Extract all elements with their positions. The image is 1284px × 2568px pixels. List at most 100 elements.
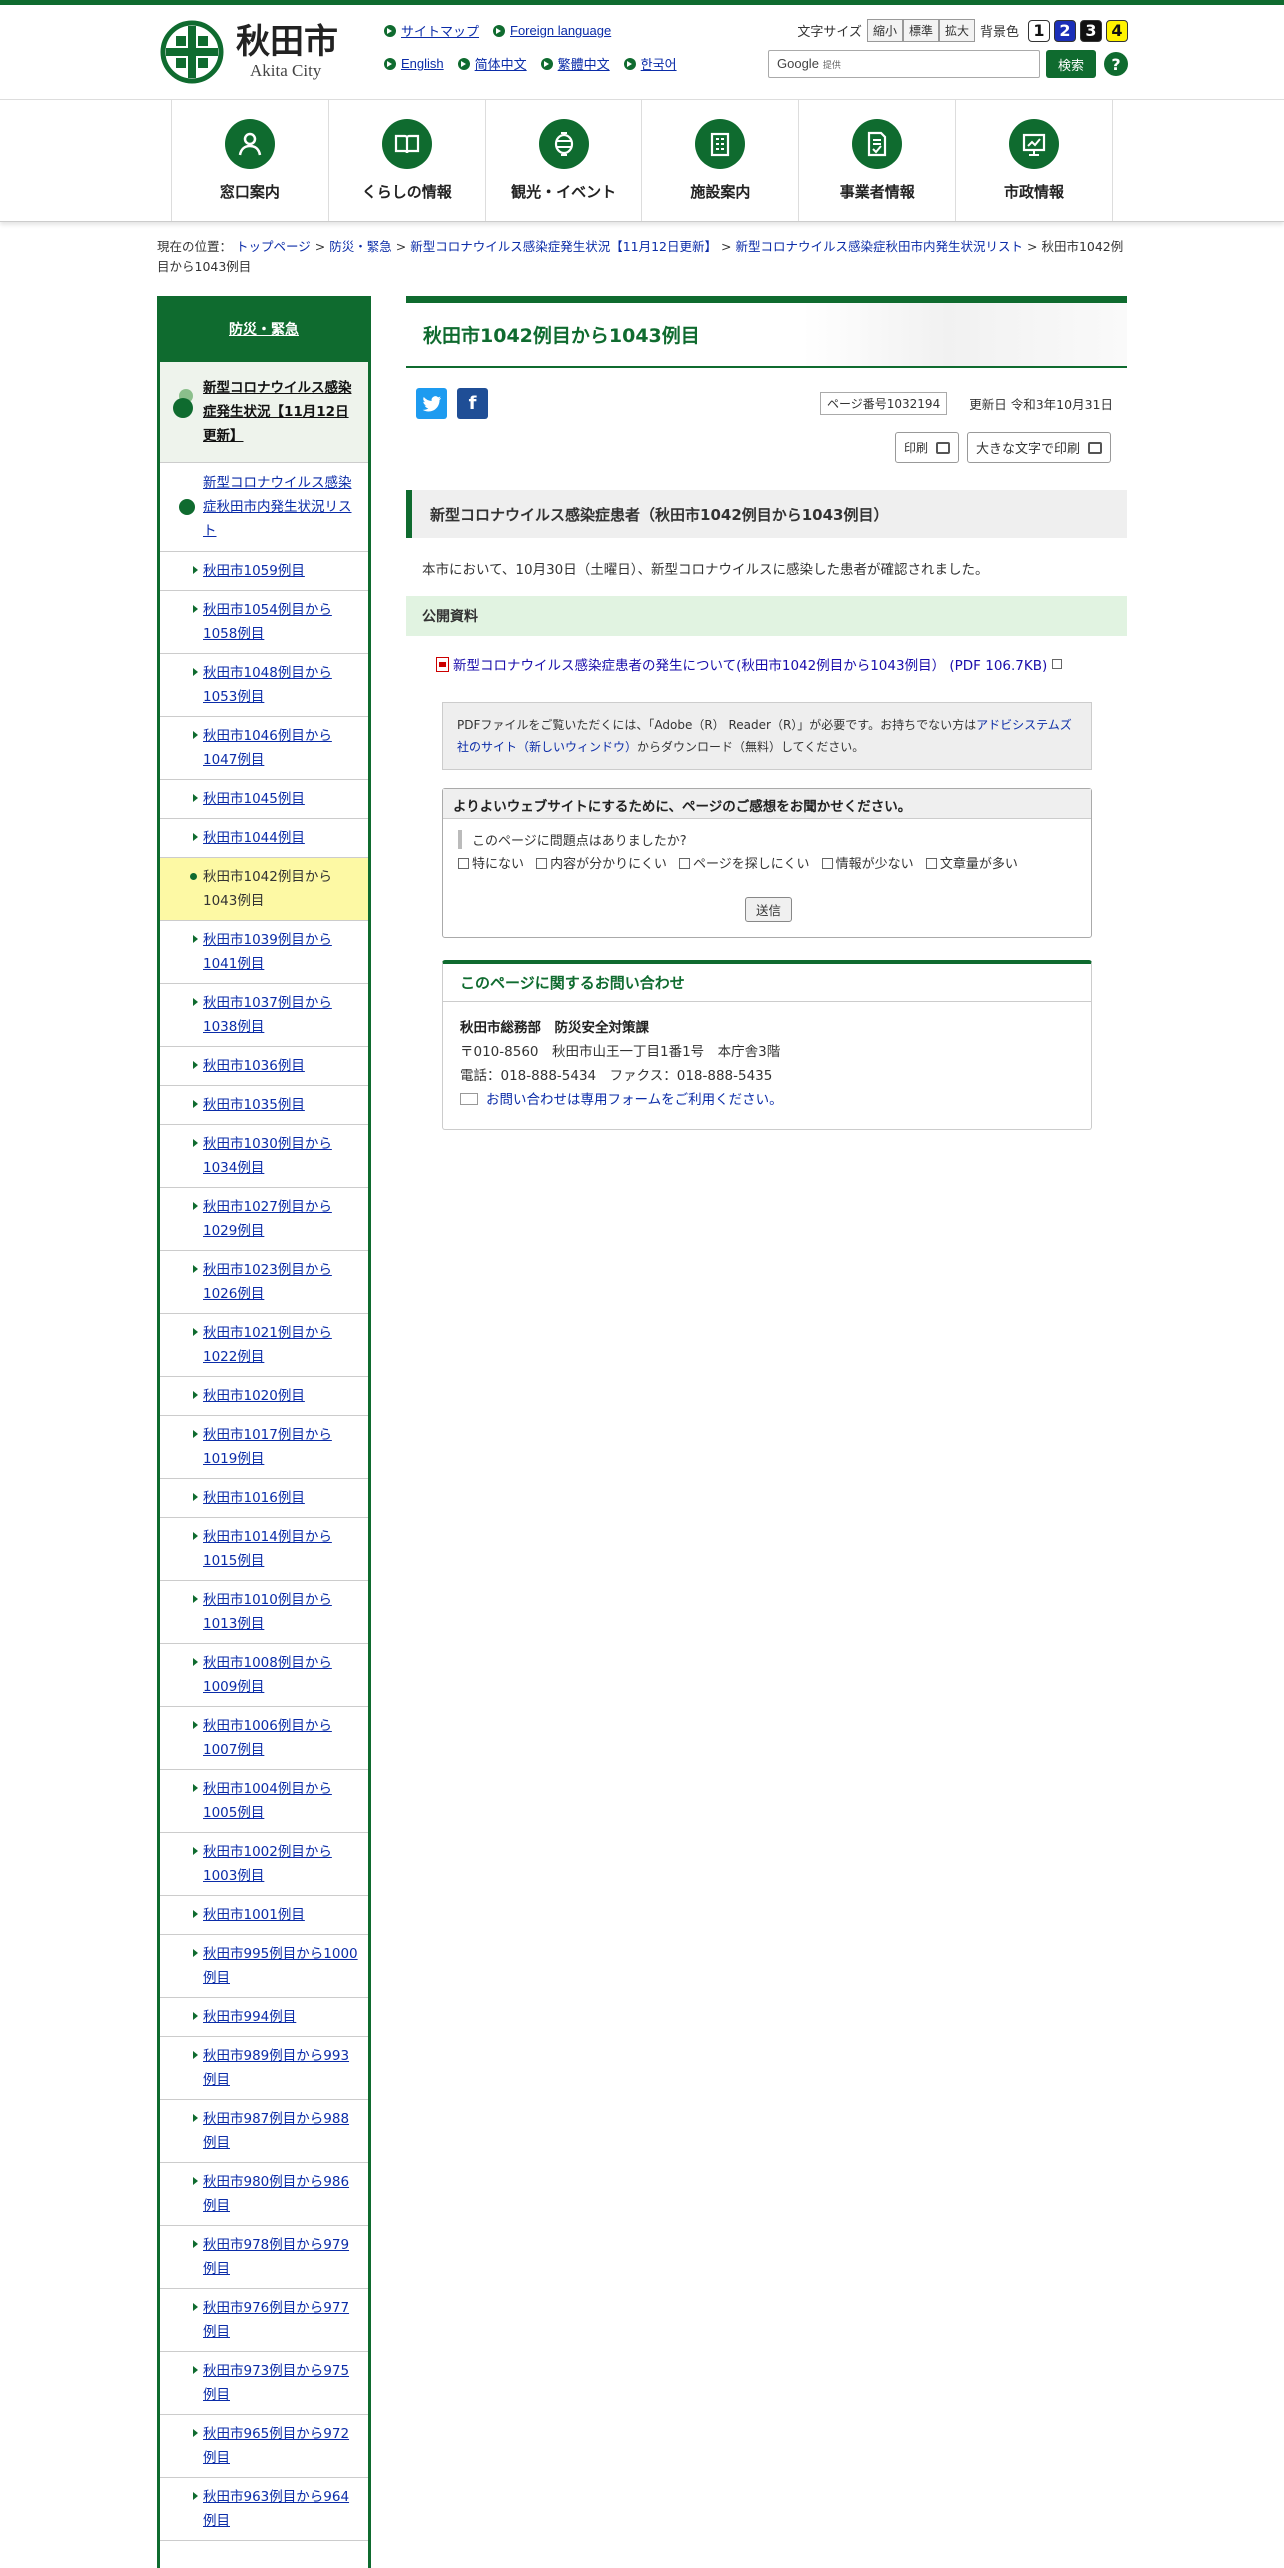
sidebar-item[interactable]: 秋田市995例目から1000例目 bbox=[160, 1935, 368, 1998]
sidebar-item[interactable]: 秋田市1044例目 bbox=[160, 819, 368, 858]
breadcrumb-link-top[interactable]: トップページ bbox=[236, 239, 311, 254]
sidebar-item[interactable]: 秋田市980例目から986例目 bbox=[160, 2163, 368, 2226]
sidebar-item[interactable]: 秋田市1004例目から1005例目 bbox=[160, 1770, 368, 1833]
gnav-city-government[interactable]: 市政情報 bbox=[956, 100, 1113, 221]
facebook-share-icon[interactable]: f bbox=[457, 388, 488, 419]
sidebar-item[interactable]: 秋田市1036例目 bbox=[160, 1047, 368, 1086]
bg-color-1-button[interactable]: 1 bbox=[1028, 19, 1050, 42]
font-size-small-button[interactable]: 縮小 bbox=[866, 19, 903, 42]
site-logo[interactable]: 秋田市 Akita City bbox=[160, 20, 338, 84]
gnav-business-info[interactable]: 事業者情報 bbox=[799, 100, 957, 221]
survey-option[interactable]: ページを探しにくい bbox=[679, 857, 810, 872]
print-button[interactable]: 印刷 bbox=[894, 432, 959, 463]
search-provider-label: Google bbox=[777, 56, 819, 71]
english-link[interactable]: English bbox=[384, 54, 444, 73]
sidebar-item-current[interactable]: 秋田市1042例目から1043例目 bbox=[160, 858, 368, 921]
sidebar-item[interactable]: 秋田市978例目から979例目 bbox=[160, 2226, 368, 2289]
bg-color-2-button[interactable]: 2 bbox=[1054, 19, 1076, 42]
sidebar-item[interactable]: 秋田市1059例目 bbox=[160, 552, 368, 591]
survey-option[interactable]: 文章量が多い bbox=[925, 857, 1018, 872]
search-button[interactable]: 検索 bbox=[1046, 50, 1096, 78]
sidebar-item[interactable]: 秋田市1006例目から1007例目 bbox=[160, 1707, 368, 1770]
sidebar-item[interactable]: 秋田市1027例目から1029例目 bbox=[160, 1188, 368, 1251]
arrow-right-icon bbox=[193, 2114, 198, 2122]
survey-option[interactable]: 情報が少ない bbox=[821, 857, 914, 872]
sidebar-list-link[interactable]: 新型コロナウイルス感染症秋田市内発生状況リスト bbox=[160, 463, 368, 552]
arrow-right-icon bbox=[193, 1910, 198, 1918]
checkbox[interactable] bbox=[925, 858, 937, 869]
sidebar-parent-link[interactable]: 新型コロナウイルス感染症発生状況【11月12日更新】 bbox=[160, 362, 368, 463]
font-size-normal-button[interactable]: 標準 bbox=[902, 19, 939, 42]
gnav-counter-guide[interactable]: 窓口案内 bbox=[172, 100, 329, 221]
sidebar-item[interactable]: 秋田市1017例目から1019例目 bbox=[160, 1416, 368, 1479]
checkbox[interactable] bbox=[821, 858, 833, 869]
gnav-tourism-events[interactable]: 観光・イベント bbox=[486, 100, 643, 221]
survey-submit-button[interactable]: 送信 bbox=[745, 897, 793, 922]
arrow-bullet-icon bbox=[384, 57, 396, 70]
traditional-chinese-link-label: 繁體中文 bbox=[557, 57, 610, 72]
checkbox[interactable] bbox=[536, 858, 548, 869]
contact-form-link[interactable]: お問い合わせは専用フォームをご利用ください。 bbox=[486, 1092, 783, 1108]
sidebar-item-label: 秋田市1027例目から1029例目 bbox=[203, 1199, 332, 1239]
sidebar-item[interactable]: 秋田市1039例目から1041例目 bbox=[160, 921, 368, 984]
sidebar-item-label: 秋田市1039例目から1041例目 bbox=[203, 932, 332, 972]
sidebar-item[interactable]: 秋田市965例目から972例目 bbox=[160, 2415, 368, 2478]
updated-date: 更新日 令和3年10月31日 bbox=[969, 397, 1113, 412]
sidebar-item[interactable]: 秋田市1001例目 bbox=[160, 1896, 368, 1935]
sidebar-item[interactable]: 秋田市1023例目から1026例目 bbox=[160, 1251, 368, 1314]
sidebar-item[interactable]: 秋田市1020例目 bbox=[160, 1377, 368, 1416]
sidebar-item[interactable]: 秋田市1054例目から1058例目 bbox=[160, 591, 368, 654]
sidebar-item[interactable]: 秋田市994例目 bbox=[160, 1998, 368, 2037]
sidebar-item-label: 秋田市1004例目から1005例目 bbox=[203, 1781, 332, 1821]
sidebar-item[interactable]: 秋田市973例目から975例目 bbox=[160, 2352, 368, 2415]
help-icon[interactable]: ? bbox=[1104, 52, 1128, 76]
sidebar-item-label: 秋田市995例目から1000例目 bbox=[203, 1946, 358, 1986]
contact-heading: このページに関するお問い合わせ bbox=[443, 964, 1091, 1002]
bg-color-3-button[interactable]: 3 bbox=[1080, 19, 1102, 42]
checkbox[interactable] bbox=[679, 858, 691, 869]
foreign-language-link[interactable]: Foreign language bbox=[493, 21, 611, 40]
sidebar-item[interactable]: 秋田市1008例目から1009例目 bbox=[160, 1644, 368, 1707]
traditional-chinese-link[interactable]: 繁體中文 bbox=[540, 54, 610, 73]
sidebar-item[interactable]: 秋田市1035例目 bbox=[160, 1086, 368, 1125]
arrow-right-icon bbox=[193, 2012, 198, 2020]
search-input[interactable]: Google 提供 bbox=[768, 50, 1040, 78]
breadcrumb-link-disaster[interactable]: 防災・緊急 bbox=[329, 239, 392, 254]
building-icon bbox=[695, 119, 746, 169]
breadcrumb-link-covid-list[interactable]: 新型コロナウイルス感染症秋田市内発生状況リスト bbox=[735, 239, 1023, 254]
sidebar-item[interactable]: 秋田市1010例目から1013例目 bbox=[160, 1581, 368, 1644]
simplified-chinese-link[interactable]: 简体中文 bbox=[457, 54, 527, 73]
checkbox[interactable] bbox=[458, 858, 469, 869]
sidebar-item[interactable]: 秋田市963例目から964例目 bbox=[160, 2478, 368, 2541]
sidebar-item-label: 秋田市1036例目 bbox=[203, 1058, 305, 1074]
korean-link[interactable]: 한국어 bbox=[623, 54, 677, 73]
gnav-living-info[interactable]: くらしの情報 bbox=[329, 100, 486, 221]
sidebar-item[interactable]: 秋田市1002例目から1003例目 bbox=[160, 1833, 368, 1896]
sidebar-item[interactable]: 秋田市1021例目から1022例目 bbox=[160, 1314, 368, 1377]
sidebar-item[interactable]: 秋田市1048例目から1053例目 bbox=[160, 654, 368, 717]
search-provided-label: 提供 bbox=[822, 60, 841, 70]
print-large-button[interactable]: 大きな文字で印刷 bbox=[966, 432, 1111, 463]
survey-option[interactable]: 内容が分かりにくい bbox=[536, 857, 667, 872]
sidebar-item[interactable]: 秋田市1037例目から1038例目 bbox=[160, 984, 368, 1047]
sidebar-item[interactable]: 秋田市1030例目から1034例目 bbox=[160, 1125, 368, 1188]
pdf-link-label[interactable]: 新型コロナウイルス感染症患者の発生について(秋田市1042例目から1043例目）… bbox=[453, 654, 1047, 674]
font-size-large-button[interactable]: 拡大 bbox=[938, 19, 975, 42]
sidebar-item[interactable]: 秋田市976例目から977例目 bbox=[160, 2289, 368, 2352]
pdf-document-link[interactable]: 新型コロナウイルス感染症患者の発生について(秋田市1042例目から1043例目）… bbox=[436, 654, 1063, 674]
bg-color-4-button[interactable]: 4 bbox=[1106, 19, 1128, 42]
sidebar-item[interactable]: 秋田市1046例目から1047例目 bbox=[160, 717, 368, 780]
arrow-bullet-icon bbox=[623, 57, 636, 70]
sidebar-item[interactable]: 秋田市1045例目 bbox=[160, 780, 368, 819]
arrow-right-icon bbox=[193, 668, 198, 676]
sidebar-item[interactable]: 秋田市1016例目 bbox=[160, 1479, 368, 1518]
twitter-share-icon[interactable] bbox=[416, 388, 447, 419]
sidebar-item[interactable]: 秋田市1014例目から1015例目 bbox=[160, 1518, 368, 1581]
sidebar-heading-link[interactable]: 防災・緊急 bbox=[160, 296, 368, 362]
sidebar-item[interactable]: 秋田市987例目から988例目 bbox=[160, 2100, 368, 2163]
survey-option[interactable]: 特にない bbox=[458, 857, 524, 872]
breadcrumb-link-covid-status[interactable]: 新型コロナウイルス感染症発生状況【11月12日更新】 bbox=[410, 239, 717, 254]
sitemap-link[interactable]: サイトマップ bbox=[384, 21, 479, 40]
sidebar-item[interactable]: 秋田市989例目から993例目 bbox=[160, 2037, 368, 2100]
gnav-facilities[interactable]: 施設案内 bbox=[642, 100, 800, 221]
